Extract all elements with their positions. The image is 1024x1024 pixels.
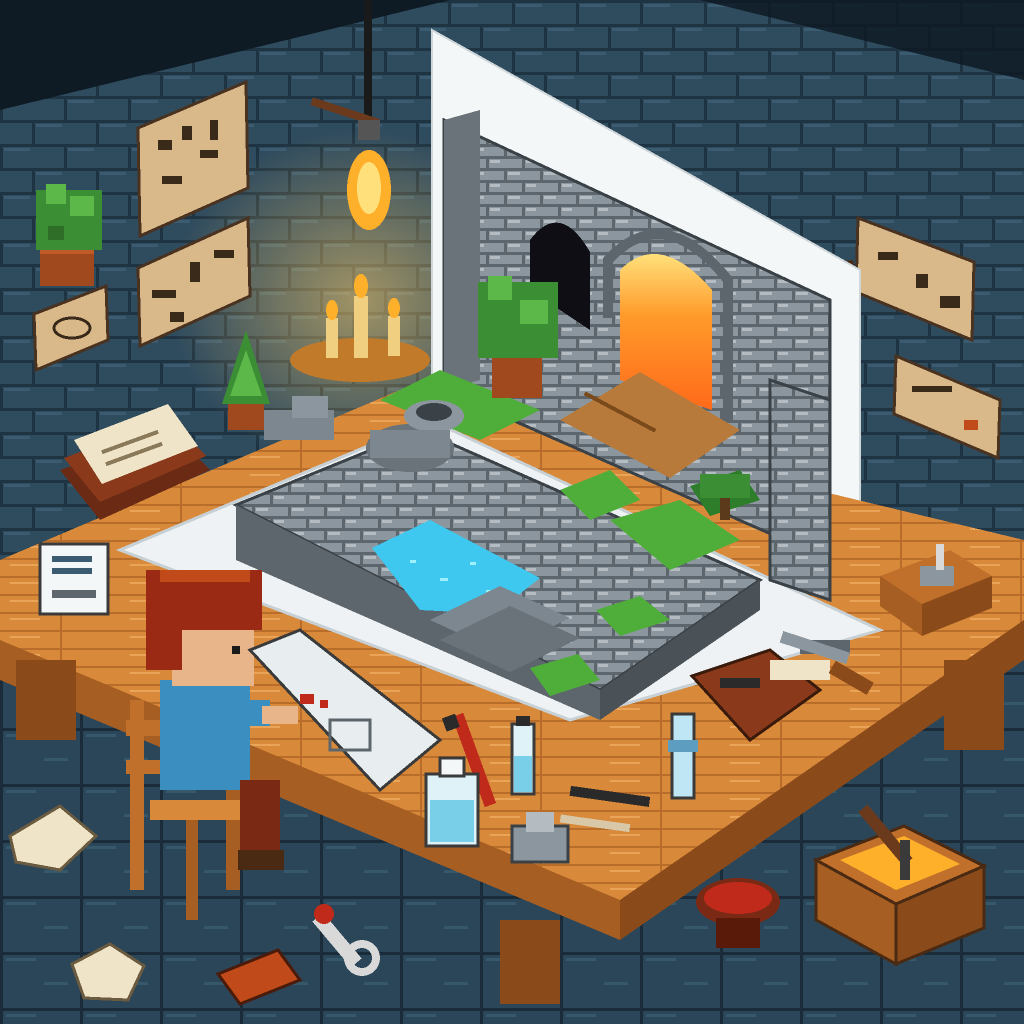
potted-plant-icon [36, 184, 102, 286]
blueprint-note-icon [38, 542, 110, 616]
paint-vial-icon[interactable] [510, 716, 536, 796]
paint-vial-icon[interactable] [668, 712, 698, 800]
workshop-scene [0, 0, 1024, 1024]
